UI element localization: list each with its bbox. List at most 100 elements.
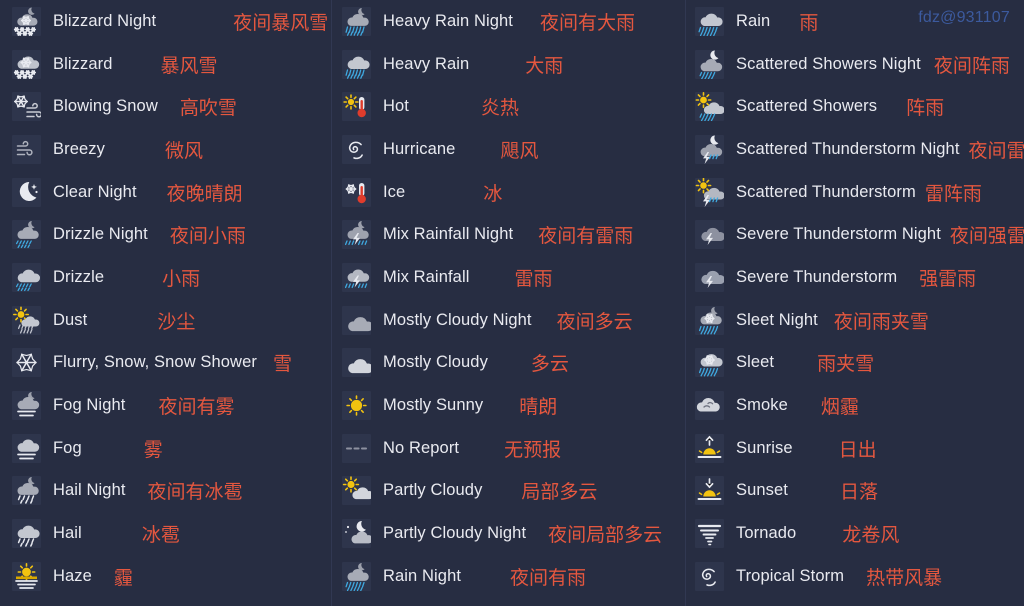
legend-row: Heavy Rain Night 夜间有大雨 [332, 0, 685, 43]
legend-row: Flurry, Snow, Snow Shower 雪 [0, 342, 331, 385]
legend-label-zh: 晴朗 [519, 396, 558, 419]
legend-label-en: Scattered Thunderstorm [736, 182, 916, 201]
legend-row: Hail Night 夜间有冰雹 [0, 470, 331, 513]
legend-label-zh: 微风 [164, 139, 203, 162]
legend-row: Sunrise 日出 [686, 427, 1024, 470]
flurry-snow-shower-icon [12, 348, 41, 378]
legend-label-zh: 雷雨 [514, 267, 553, 290]
legend-label-en: Sleet [736, 353, 775, 372]
legend-label-zh: 夜间有雷雨 [538, 225, 634, 248]
severe-thunderstorm-night-icon [695, 220, 724, 250]
tornado-icon [695, 519, 724, 549]
legend-label-zh: 雨 [799, 11, 819, 34]
legend-label-en: Blizzard [53, 54, 113, 73]
legend-label-zh: 夜间有雾 [158, 396, 235, 419]
legend-row: Sleet 雨夹雪 [686, 342, 1024, 385]
legend-row: Fog Night 夜间有雾 [0, 384, 331, 427]
legend-label-en: Scattered Showers [736, 97, 878, 116]
legend-label-zh: 雪 [272, 353, 292, 376]
legend-label-en: Heavy Rain [383, 54, 470, 73]
tropical-storm-icon [695, 561, 724, 591]
fog-night-icon [12, 391, 41, 421]
legend-row: Breezy 微风 [0, 128, 331, 171]
rain-night-icon [342, 561, 371, 591]
legend-label-zh: 烟霾 [820, 396, 859, 419]
sunrise-icon [695, 433, 724, 463]
legend-label-en: Sunset [736, 481, 788, 500]
legend-label-zh: 多云 [530, 353, 569, 376]
legend-label-en: Clear Night [53, 182, 137, 201]
legend-label-zh: 夜间有冰雹 [147, 481, 243, 504]
mix-rainfall-icon [342, 262, 371, 292]
breezy-icon [12, 134, 41, 164]
legend-row: Blowing Snow 高吹雪 [0, 85, 331, 128]
legend-row: No Report 无预报 [332, 427, 685, 470]
legend-label-en: Breezy [53, 139, 105, 158]
scattered-showers-night-icon [695, 49, 724, 79]
legend-row: Ice 冰 [332, 171, 685, 214]
legend-row: Clear Night 夜晚晴朗 [0, 171, 331, 214]
scattered-showers-icon [695, 92, 724, 122]
ice-icon [342, 177, 371, 207]
legend-label-zh: 飓风 [500, 139, 539, 162]
legend-row: Rain Night 夜间有雨 [332, 555, 685, 598]
hurricane-icon [342, 134, 371, 164]
legend-label-en: Rain Night [383, 566, 462, 585]
legend-row: Mix Rainfall Night 夜间有雷雨 [332, 213, 685, 256]
legend-label-zh: 热带风暴 [866, 566, 943, 589]
legend-label-en: Partly Cloudy Night [383, 524, 527, 543]
legend-column-1: Blizzard Night 夜间暴风雪 Blizzard 暴风雪 Blowing S… [0, 0, 331, 606]
hot-icon [342, 92, 371, 122]
partly-cloudy-night-icon [342, 519, 371, 549]
legend-label-zh: 夜间局部多云 [548, 524, 663, 547]
blowing-snow-icon [12, 92, 41, 122]
legend-row: Mostly Cloudy Night 夜间多云 [332, 299, 685, 342]
legend-label-zh: 无预报 [504, 438, 562, 461]
legend-label-zh: 夜间有雨 [510, 566, 587, 589]
mostly-cloudy-icon [342, 348, 371, 378]
legend-row: Fog 雾 [0, 427, 331, 470]
legend-label-zh: 夜间雨夹雪 [833, 310, 929, 333]
no-report-icon [342, 433, 371, 463]
legend-label-en: Drizzle [53, 267, 105, 286]
legend-label-zh: 阵雨 [906, 97, 945, 120]
legend-label-en: Fog Night [53, 396, 126, 415]
heavy-rain-icon [342, 49, 371, 79]
legend-label-zh: 雾 [143, 438, 163, 461]
legend-label-zh: 夜间有大雨 [540, 11, 636, 34]
legend-row: Severe Thunderstorm Night 夜间强雷雨 [686, 213, 1024, 256]
legend-label-en: Severe Thunderstorm [736, 267, 898, 286]
weather-icon-legend: Blizzard Night 夜间暴风雪 Blizzard 暴风雪 Blowing S… [0, 0, 1024, 606]
legend-row: Sleet Night 夜间雨夹雪 [686, 299, 1024, 342]
legend-label-en: Hot [383, 97, 409, 116]
legend-label-en: No Report [383, 438, 460, 457]
legend-label-zh: 夜晚晴朗 [166, 182, 243, 205]
legend-label-zh: 炎热 [480, 97, 519, 120]
blizzard-icon [12, 49, 41, 79]
legend-label-en: Sleet Night [736, 310, 818, 329]
legend-label-en: Blowing Snow [53, 97, 158, 116]
legend-row: Mix Rainfall 雷雨 [332, 256, 685, 299]
legend-label-zh: 夜间阵雨 [933, 54, 1010, 77]
legend-label-zh: 夜间强雷雨 [949, 225, 1024, 248]
legend-label-en: Mix Rainfall [383, 267, 470, 286]
watermark: fdz@931107 [918, 9, 1010, 26]
legend-label-en: Rain [736, 11, 771, 30]
drizzle-icon [12, 262, 41, 292]
sleet-night-icon [695, 305, 724, 335]
legend-column-3: Rain 雨 Scattered Showers Night 夜间阵雨 Scattere… [685, 0, 1024, 606]
blizzard-night-icon [12, 6, 41, 36]
legend-label-zh: 冰雹 [141, 524, 180, 547]
legend-row: Severe Thunderstorm 强雷雨 [686, 256, 1024, 299]
legend-label-zh: 夜间小雨 [169, 225, 246, 248]
clear-night-icon [12, 177, 41, 207]
legend-row: Haze 霾 [0, 555, 331, 598]
legend-label-zh: 日出 [838, 438, 877, 461]
legend-label-en: Partly Cloudy [383, 481, 483, 500]
legend-column-2: Heavy Rain Night 夜间有大雨 Heavy Rain 大雨 Hot 炎热 … [331, 0, 685, 606]
legend-label-zh: 高吹雪 [179, 97, 237, 120]
legend-row: Hail 冰雹 [0, 512, 331, 555]
hail-icon [12, 519, 41, 549]
legend-label-en: Haze [53, 566, 92, 585]
legend-label-en: Smoke [736, 396, 788, 415]
